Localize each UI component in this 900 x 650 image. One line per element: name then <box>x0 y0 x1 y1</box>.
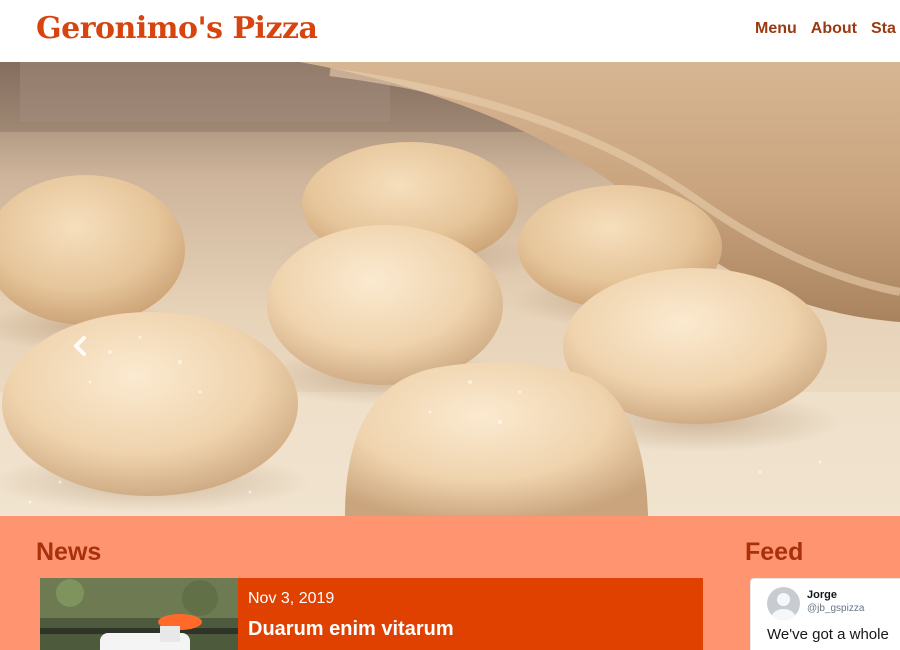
nav-link-more[interactable]: Sta <box>871 20 896 38</box>
nav-link-about[interactable]: About <box>811 20 857 38</box>
carousel-prev-button[interactable] <box>70 334 90 358</box>
feed-author-handle[interactable]: @jb_gspizza <box>807 603 864 614</box>
avatar[interactable] <box>767 587 800 620</box>
main-nav: Menu About Sta <box>755 20 896 38</box>
nav-link-menu[interactable]: Menu <box>755 20 797 38</box>
user-avatar-icon <box>771 593 796 620</box>
news-title[interactable]: Duarum enim vitarum <box>248 618 454 641</box>
site-brand[interactable]: Geronimo's Pizza <box>36 11 318 46</box>
site-header: Geronimo's Pizza Menu About Sta <box>0 0 900 62</box>
news-thumbnail <box>40 578 238 650</box>
content-section: News Feed Nov 3, 2019 Duarum enim vitaru… <box>0 516 900 650</box>
feed-post: Jorge @jb_gspizza We've got a whole <box>750 578 900 650</box>
feed-author-name[interactable]: Jorge <box>807 589 837 601</box>
hero-carousel <box>0 62 900 516</box>
news-heading: News <box>36 538 102 566</box>
hero-image <box>0 62 900 516</box>
feed-heading: Feed <box>745 538 804 566</box>
news-date: Nov 3, 2019 <box>248 590 335 607</box>
feed-post-text: We've got a whole <box>767 626 889 643</box>
chevron-left-icon <box>74 336 86 356</box>
news-card[interactable]: Nov 3, 2019 Duarum enim vitarum <box>40 578 703 650</box>
